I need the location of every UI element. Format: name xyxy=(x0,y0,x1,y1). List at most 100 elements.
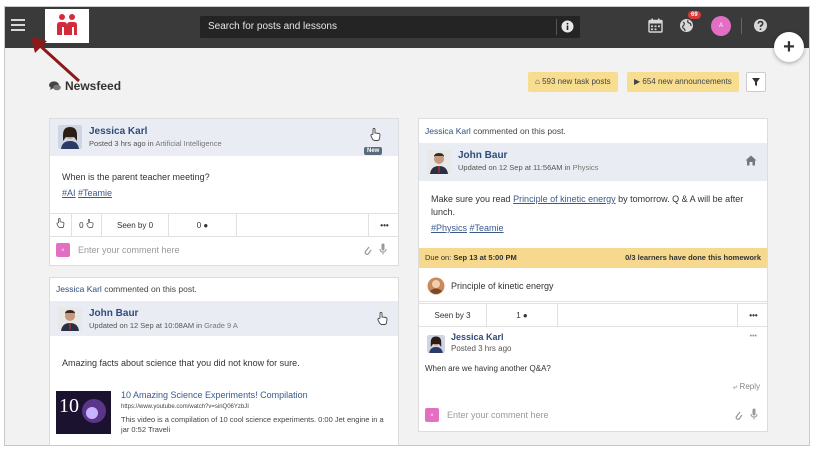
video-thumbnail[interactable]: 10 xyxy=(56,391,111,434)
new-announcements-button[interactable]: ▶ 654 new announcements xyxy=(627,72,739,92)
tag-ai[interactable]: #AI xyxy=(62,188,76,198)
author-name-link[interactable]: John Baur xyxy=(89,308,138,319)
comment-input-row: A Enter your comment here xyxy=(419,402,767,428)
avatar-john-baur[interactable] xyxy=(427,150,451,174)
reply-icon: ⤶ xyxy=(732,382,738,391)
newsfeed-title: Newsfeed xyxy=(49,79,121,93)
group-link[interactable]: Physics xyxy=(573,163,599,172)
video-title-link[interactable]: 10 Amazing Science Experiments! Compilat… xyxy=(121,390,308,400)
notification-count-badge: 69 xyxy=(688,11,701,19)
help-icon[interactable] xyxy=(753,18,768,33)
comments-count-value: 0 xyxy=(196,221,202,230)
new-task-posts-button[interactable]: ⌂ 593 new task posts xyxy=(528,72,618,92)
activity-line: Jessica Karl commented on this post. xyxy=(56,284,197,294)
video-url: https://www.youtube.com/watch?v=sinQ06Yz… xyxy=(121,404,249,410)
posted-time: Posted 3 hrs ago xyxy=(89,139,146,148)
comment-bubble-icon: ● xyxy=(522,311,528,320)
comments-count[interactable]: 1 ● xyxy=(487,304,558,327)
globe-notifications-icon[interactable] xyxy=(679,18,694,33)
hamburger-menu-icon[interactable] xyxy=(11,19,25,31)
comment-more-button[interactable]: ••• xyxy=(750,333,757,340)
post-more-button[interactable]: ••• xyxy=(369,214,398,237)
tag-physics[interactable]: #Physics xyxy=(431,223,467,233)
activity-user-link[interactable]: Jessica Karl xyxy=(425,126,471,136)
due-date-text: Due on: Sep 13 at 5:00 PM xyxy=(425,253,517,262)
avatar-john-baur[interactable] xyxy=(58,307,82,331)
stats-spacer xyxy=(237,214,369,237)
comments-icon xyxy=(49,80,61,90)
likes-count[interactable]: 0 xyxy=(72,214,102,237)
pointer-hand-icon[interactable] xyxy=(377,312,388,325)
homework-due-bar: Due on: Sep 13 at 5:00 PM 0/3 learners h… xyxy=(419,248,767,268)
reply-button[interactable]: ⤶ Reply xyxy=(733,382,760,392)
post-tags: #Physics #Teamie xyxy=(431,222,504,235)
logo-figures-icon xyxy=(57,14,77,35)
comment-input[interactable]: Enter your comment here xyxy=(447,410,549,420)
search-bar[interactable]: Search for posts and lessons xyxy=(200,16,580,38)
activity-text: commented on this post. xyxy=(104,284,197,294)
comment-avatar-jessica[interactable] xyxy=(427,335,445,353)
learners-done-text[interactable]: 0/3 learners have done this homework xyxy=(625,253,761,262)
in-word: in xyxy=(196,321,203,330)
megaphone-icon: ▶ xyxy=(634,77,641,86)
home-icon: ⌂ xyxy=(535,77,540,86)
post-text-pre: Make sure you read xyxy=(431,194,511,204)
microphone-icon[interactable] xyxy=(379,243,387,255)
post-card-john-grade9: Jessica Karl commented on this post. Joh… xyxy=(49,277,399,445)
tag-teamie[interactable]: #Teamie xyxy=(470,223,504,233)
post-card-john-physics: Jessica Karl commented on this post. Joh… xyxy=(418,118,768,432)
annotation-arrow-icon xyxy=(31,37,81,83)
post-meta: Updated on 12 Sep at 10:08AM in Grade 9 … xyxy=(89,321,238,330)
comments-count[interactable]: 0 ● xyxy=(169,214,237,237)
author-name-link[interactable]: Jessica Karl xyxy=(89,126,147,137)
post-author-bar: John Baur Updated on 12 Sep at 10:08AM i… xyxy=(50,301,398,336)
stats-spacer xyxy=(558,304,738,327)
avatar-jessica-karl[interactable] xyxy=(58,125,82,149)
post-card-jessica: Jessica Karl Posted 3 hrs ago in Artific… xyxy=(49,118,399,266)
activity-text: commented on this post. xyxy=(473,126,566,136)
group-link[interactable]: Artificial Intelligence xyxy=(155,139,221,148)
tag-teamie[interactable]: #Teamie xyxy=(78,188,112,198)
commenter-avatar: A xyxy=(56,243,70,257)
seen-by-count[interactable]: Seen by 3 xyxy=(419,304,487,327)
filter-button[interactable] xyxy=(746,72,766,92)
commenter-avatar: A xyxy=(425,408,439,422)
homework-item[interactable]: Principle of kinetic energy xyxy=(419,270,767,302)
activity-user-link[interactable]: Jessica Karl xyxy=(56,284,102,294)
calendar-icon[interactable] xyxy=(648,18,663,33)
post-more-button[interactable]: ••• xyxy=(738,304,767,327)
activity-line: Jessica Karl commented on this post. xyxy=(425,126,566,136)
topbar-divider xyxy=(741,18,742,34)
thumb-number: 10 xyxy=(59,395,79,417)
due-label: Due on: xyxy=(425,253,452,262)
post-text: When is the parent teacher meeting? xyxy=(62,172,210,182)
info-icon[interactable] xyxy=(561,20,574,33)
user-avatar[interactable]: A xyxy=(711,16,731,36)
video-description: This video is a compilation of 10 cool s… xyxy=(121,415,384,434)
attachment-icon[interactable] xyxy=(363,244,372,256)
post-stats-bar: Seen by 3 1 ● ••• xyxy=(419,303,767,327)
post-text: Make sure you read Principle of kinetic … xyxy=(431,193,757,219)
task-posts-label: 593 new task posts xyxy=(542,77,611,86)
new-badge: New xyxy=(364,147,383,155)
home-icon[interactable] xyxy=(745,155,757,166)
homework-title[interactable]: Principle of kinetic energy xyxy=(451,281,554,291)
updated-time: Updated on 12 Sep at 10:08AM xyxy=(89,321,195,330)
seen-by-count[interactable]: Seen by 0 xyxy=(102,214,169,237)
create-post-button[interactable]: + xyxy=(774,32,804,62)
search-input[interactable]: Search for posts and lessons xyxy=(208,21,337,32)
attachment-icon[interactable] xyxy=(734,409,743,421)
like-button[interactable] xyxy=(50,214,72,237)
updated-time: Updated on 12 Sep at 11:56AM xyxy=(458,163,563,172)
comment-author-link[interactable]: Jessica Karl xyxy=(451,332,504,342)
comment-text: When are we having another Q&A? xyxy=(425,364,551,373)
lesson-link[interactable]: Principle of kinetic energy xyxy=(513,194,616,204)
microphone-icon[interactable] xyxy=(750,408,758,420)
due-date-value: Sep 13 at 5:00 PM xyxy=(453,253,517,262)
pointer-hand-icon[interactable] xyxy=(370,128,381,141)
author-name-link[interactable]: John Baur xyxy=(458,150,507,161)
newsfeed-label: Newsfeed xyxy=(65,79,122,93)
comment-input[interactable]: Enter your comment here xyxy=(78,245,180,255)
group-link[interactable]: Grade 9 A xyxy=(204,321,238,330)
comment-item: Jessica Karl Posted 3 hrs ago ••• When a… xyxy=(419,328,767,402)
